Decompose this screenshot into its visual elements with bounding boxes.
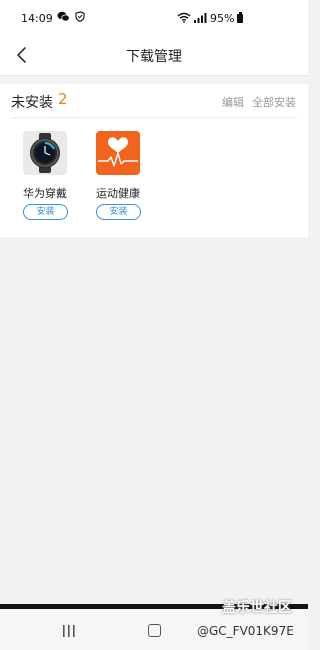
title-bar: 下载管理 xyxy=(0,36,308,76)
app-item-huawei-wear[interactable]: 华为穿戴 安装 xyxy=(15,131,75,231)
status-bar: 14:09 95% xyxy=(0,0,308,36)
app-name: 运动健康 xyxy=(96,187,140,200)
battery-icon xyxy=(237,12,243,23)
smartwatch-icon xyxy=(23,131,67,175)
app-item-health[interactable]: 运动健康 安装 xyxy=(88,131,148,231)
watermark-title: 盖乐世社区 xyxy=(222,600,292,616)
watermark-handle: @GC_FV01K97E xyxy=(197,624,294,638)
wechat-icon xyxy=(57,11,70,25)
home-icon[interactable] xyxy=(148,624,161,637)
shield-icon xyxy=(75,11,85,25)
page-title: 下载管理 xyxy=(126,49,182,65)
install-all-button[interactable]: 全部安装 xyxy=(252,94,296,110)
install-button[interactable]: 安装 xyxy=(96,204,141,220)
battery-percent: 95% xyxy=(210,12,235,25)
edit-button[interactable]: 编辑 xyxy=(222,94,244,110)
wifi-icon xyxy=(177,12,191,26)
section-count: 2 xyxy=(58,90,68,108)
heart-pulse-icon xyxy=(96,131,140,175)
app-name: 华为穿戴 xyxy=(23,187,67,200)
not-installed-section: 未安装 2 编辑 全部安装 华为穿戴 安装 运动健康 安装 xyxy=(0,84,308,237)
status-time: 14:09 xyxy=(21,12,53,25)
section-divider xyxy=(11,117,297,118)
install-button[interactable]: 安装 xyxy=(23,204,68,220)
section-label: 未安装 xyxy=(11,95,53,111)
recent-apps-icon[interactable] xyxy=(62,623,76,642)
signal-icon xyxy=(193,12,207,26)
